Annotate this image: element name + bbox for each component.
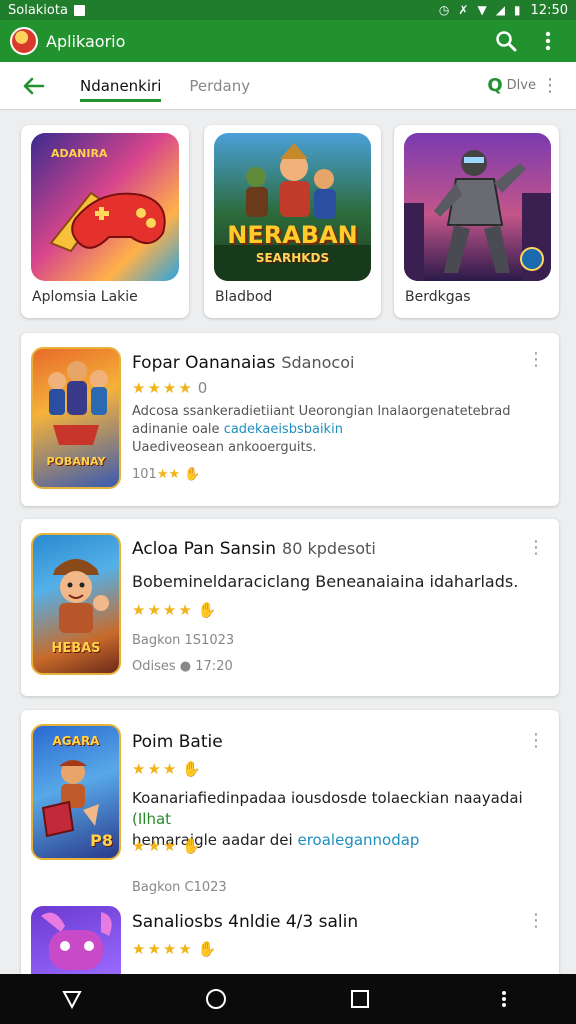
featured-card-1[interactable]: ADANIRA Aplomsia Lakie xyxy=(21,125,189,318)
app-icon-label: HEBAS xyxy=(51,641,101,656)
notification-icon xyxy=(73,4,85,16)
app-name: Poim Batie xyxy=(132,732,223,752)
more-vert-icon[interactable]: ⋮ xyxy=(527,910,545,931)
desc-green: (Ilhat xyxy=(132,810,172,828)
app-subtitle: 80 kpdesoti xyxy=(282,539,376,558)
rating-stars: ★★★ ✋ xyxy=(132,760,202,778)
rating-stars: ★★★★ ✋ xyxy=(132,601,217,619)
tab-perdany[interactable]: Perdany xyxy=(189,62,250,110)
app-subtitle: Sdanocoi xyxy=(281,353,355,372)
app-bar: Aplikaorio xyxy=(0,20,576,62)
app-card[interactable]: AGARA P8 Poim Batie ★★★ ✋ Koanariafiedinp… xyxy=(21,710,559,974)
featured-art-robot xyxy=(404,133,551,281)
status-bar: Solakiota ◷ ✗ ▼ ◢ ▮ 12:50 xyxy=(0,0,576,20)
featured-art-title: NERABAN xyxy=(227,221,358,249)
overflow-menu-button[interactable] xyxy=(530,23,566,59)
app-description: Bobemineldaraciclang Beneanaiaina idahar… xyxy=(132,572,519,591)
vibrate-icon: ✗ xyxy=(458,3,469,17)
featured-caption: Berdkgas xyxy=(405,289,471,305)
featured-caption: Aplomsia Lakie xyxy=(32,289,138,305)
desc-link[interactable]: eroalegannodap xyxy=(297,831,419,849)
featured-art-subtitle: SEARHKDS xyxy=(255,251,330,265)
app-icon: HEBAS xyxy=(31,533,121,675)
battery-icon: ▮ xyxy=(513,3,521,17)
app-name: Fopar Oananaias Sdanocoi xyxy=(132,353,354,373)
meta-stars-icon: ★★ xyxy=(156,467,181,482)
app-card[interactable]: POBANAY Fopar Oananaias Sdanocoi ★★★★ 0 Ad… xyxy=(21,333,559,506)
signal-icon: ◢ xyxy=(495,3,505,17)
nav-recents-button[interactable] xyxy=(340,979,380,1019)
featured-caption: Bladbod xyxy=(215,289,273,305)
clock-icon: ● xyxy=(179,659,192,674)
system-nav-bar xyxy=(0,974,576,1024)
featured-card-2[interactable]: NERABAN SEARHKDS Bladbod xyxy=(204,125,381,318)
app-icon: AGARA P8 xyxy=(31,724,121,860)
search-icon xyxy=(496,31,517,52)
triangle-back-icon xyxy=(62,991,82,1009)
thumb-up-icon: ✋ xyxy=(197,601,217,619)
square-recents-icon xyxy=(351,990,369,1008)
meta-text: 101 xyxy=(132,467,157,482)
nav-home-button[interactable] xyxy=(196,979,236,1019)
app-name-text: Acloa Pan Sansin xyxy=(132,539,277,559)
tab-bar: Ndanenkiri Perdany Q Dlve ⋮ xyxy=(0,62,576,110)
app-date: Bagkon 1S1023 xyxy=(132,633,235,648)
status-title: Solakiota xyxy=(8,2,68,18)
more-vert-icon[interactable]: ⋮ xyxy=(527,730,545,751)
app-name: Sanaliosbs 4nldie 4/3 salin xyxy=(132,912,359,932)
q-icon: Q xyxy=(487,75,503,96)
tab-more-icon[interactable]: ⋮ xyxy=(536,75,564,96)
thumb-icon: ✋ xyxy=(182,837,202,855)
tab-ndanenkiri[interactable]: Ndanenkiri xyxy=(80,62,162,110)
app-icon-number: P8 xyxy=(90,831,113,850)
app-description: Adcosa ssankeradietiiant Ueorongian lnal… xyxy=(132,403,542,457)
app-date: Bagkon C1023 xyxy=(132,880,227,895)
app-meta: 101★★ ✋ xyxy=(132,467,200,482)
wifi-icon: ▼ xyxy=(477,3,487,17)
app-meta: Odises ● 17:20 xyxy=(132,659,233,674)
thumb-up-icon: ✋ xyxy=(197,940,217,958)
rating-text: 0 xyxy=(197,379,208,397)
nav-more-button[interactable] xyxy=(484,979,524,1019)
more-vert-icon[interactable]: ⋮ xyxy=(527,349,545,370)
search-button[interactable] xyxy=(488,23,524,59)
arrow-back-icon xyxy=(23,77,45,94)
rating-stars: ★★★★ ✋ xyxy=(132,940,217,958)
nav-back-button[interactable] xyxy=(52,979,92,1019)
app-icon: POBANAY xyxy=(31,347,121,489)
desc-link[interactable]: cadekaeisbsbaikin xyxy=(224,422,343,437)
app-icon xyxy=(31,906,121,974)
app-title: Aplikaorio xyxy=(46,31,126,51)
desc-text: Koanariafiedinpadaa iousdosde tolaeckian… xyxy=(132,789,523,807)
status-time: 12:50 xyxy=(530,2,568,18)
app-name: Acloa Pan Sansin 80 kpdesoti xyxy=(132,539,376,559)
back-button[interactable] xyxy=(12,64,56,108)
thumb-up-icon: ✋ xyxy=(182,760,202,778)
more-vert-icon xyxy=(502,991,506,1007)
rating-stars: ★★★ ✋ xyxy=(132,837,202,855)
filter-chip[interactable]: Q Dlve xyxy=(487,75,536,96)
app-logo xyxy=(10,27,38,55)
app-icon-label: AGARA xyxy=(52,734,100,748)
thumb-icon: ✋ xyxy=(184,467,201,482)
more-vert-icon[interactable]: ⋮ xyxy=(527,537,545,558)
chip-label: Dlve xyxy=(506,78,536,93)
desc-tail: Uaediveosean ankooerguits. xyxy=(132,440,317,455)
app-name-text: Fopar Oananaias xyxy=(132,353,276,373)
alarm-icon: ◷ xyxy=(438,3,450,17)
featured-card-3[interactable]: Berdkgas xyxy=(394,125,559,318)
featured-art-heroes: NERABAN SEARHKDS xyxy=(214,133,371,281)
circle-home-icon xyxy=(206,989,226,1009)
featured-art-controller: ADANIRA xyxy=(31,133,179,281)
meta-time: 17:20 xyxy=(195,659,233,674)
app-card[interactable]: HEBAS Acloa Pan Sansin 80 kpdesoti Bobemi… xyxy=(21,519,559,696)
svg-text:ADANIRA: ADANIRA xyxy=(51,147,108,160)
app-icon-label: POBANAY xyxy=(46,455,106,468)
more-vert-icon xyxy=(545,31,551,51)
meta-size: Odises xyxy=(132,659,176,674)
rating-stars: ★★★★ 0 xyxy=(132,379,208,397)
